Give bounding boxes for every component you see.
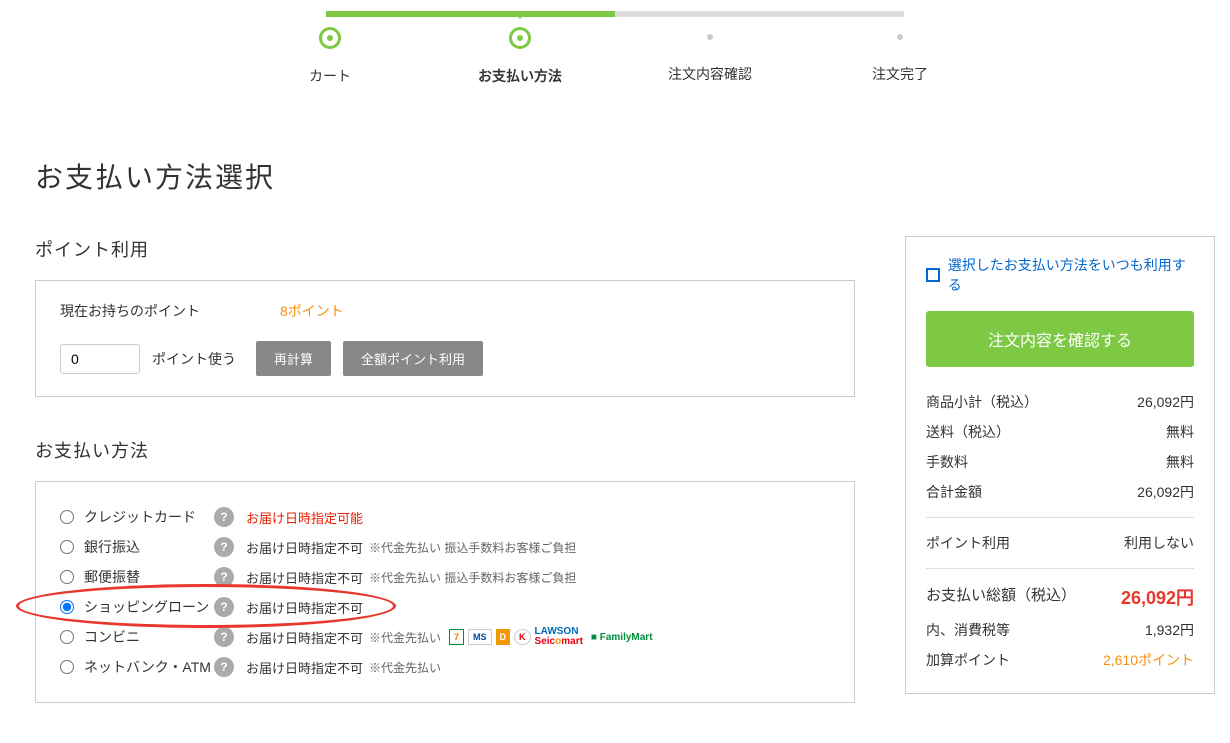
pay-note: お届け日時指定不可 [246, 538, 363, 557]
ministop-logo-icon: MS [468, 629, 492, 645]
step-payment: お支払い方法 [425, 30, 615, 86]
points-box: 現在お持ちのポイント 8ポイント ポイント使う 再計算 全額ポイント利用 [35, 280, 855, 397]
page-title: お支払い方法選択 [35, 156, 855, 196]
confirm-order-button[interactable]: 注文内容を確認する [926, 311, 1194, 367]
pay-note-sub: ※代金先払い [369, 629, 441, 646]
summary-add-points: 加算ポイント2,610ポイント [926, 645, 1194, 675]
payment-methods-box: クレジットカード ? お届け日時指定可能 銀行振込 ? お届け日時指定不可 ※代… [35, 481, 855, 703]
pay-note-sub: ※代金先払い 振込手数料お客様ご負担 [369, 569, 576, 586]
step-label: 注文内容確認 [615, 64, 805, 84]
all-points-button[interactable]: 全額ポイント利用 [343, 341, 483, 376]
pay-name: 銀行振込 [84, 537, 214, 557]
step-dot-icon [322, 30, 338, 46]
seven-eleven-logo-icon: 7 [449, 629, 464, 645]
step-confirm: 注文内容確認 [615, 30, 805, 84]
pay-note: お届け日時指定不可 [246, 598, 363, 617]
radio-postal-transfer[interactable] [60, 570, 74, 584]
summary-tax: 内、消費税等1,932円 [926, 615, 1194, 645]
step-cart: カート [235, 30, 425, 86]
circle-k-logo-icon: K [514, 629, 531, 645]
step-label: お支払い方法 [425, 66, 615, 86]
pay-name: 郵便振替 [84, 567, 214, 587]
pay-option-shopping-loan[interactable]: ショッピングローン ? お届け日時指定不可 [60, 592, 830, 622]
step-dot-icon [703, 30, 717, 44]
points-input[interactable] [60, 344, 140, 374]
pay-name: コンビニ [84, 627, 214, 647]
familymart-logo-icon: ■ FamilyMart [591, 632, 653, 643]
current-points-value: 8ポイント [280, 301, 344, 321]
step-label: カート [235, 66, 425, 86]
pay-option-postal-transfer[interactable]: 郵便振替 ? お届け日時指定不可 ※代金先払い 振込手数料お客様ご負担 [60, 562, 830, 592]
order-summary-box: 選択したお支払い方法をいつも利用する 注文内容を確認する 商品小計（税込）26,… [905, 236, 1215, 694]
radio-bank-transfer[interactable] [60, 540, 74, 554]
checkout-stepper: カート お支払い方法 注文内容確認 注文完了 [235, 0, 995, 136]
summary-shipping: 送料（税込）無料 [926, 417, 1194, 447]
pay-name: ネットバンク・ATM [84, 657, 214, 677]
help-icon[interactable]: ? [214, 657, 234, 677]
pay-note: お届け日時指定不可 [246, 658, 363, 677]
pay-note: お届け日時指定可能 [246, 508, 363, 527]
checkbox-icon [926, 268, 940, 282]
remember-payment-label: 選択したお支払い方法をいつも利用する [948, 255, 1194, 295]
summary-grand-total: お支払い総額（税込）26,092円 [926, 579, 1194, 615]
pay-note-sub: ※代金先払い [369, 659, 441, 676]
convenience-store-logos: 7 MS D K LAWSON Seicomart ■ FamilyMart [449, 627, 653, 647]
summary-subtotal: 商品小計（税込）26,092円 [926, 387, 1194, 417]
help-icon[interactable]: ? [214, 567, 234, 587]
daily-logo-icon: D [496, 629, 511, 645]
radio-shopping-loan[interactable] [60, 600, 74, 614]
pay-note-sub: ※代金先払い 振込手数料お客様ご負担 [369, 539, 576, 556]
help-icon[interactable]: ? [214, 597, 234, 617]
pay-note: お届け日時指定不可 [246, 628, 363, 647]
summary-point-use: ポイント利用利用しない [926, 528, 1194, 558]
step-label: 注文完了 [805, 64, 995, 84]
pay-option-netbank-atm[interactable]: ネットバンク・ATM ? お届け日時指定不可 ※代金先払い [60, 652, 830, 682]
summary-total-amount: 合計金額26,092円 [926, 477, 1194, 507]
pay-option-bank-transfer[interactable]: 銀行振込 ? お届け日時指定不可 ※代金先払い 振込手数料お客様ご負担 [60, 532, 830, 562]
help-icon[interactable]: ? [214, 627, 234, 647]
radio-netbank-atm[interactable] [60, 660, 74, 674]
radio-convenience-store[interactable] [60, 630, 74, 644]
payment-heading: お支払い方法 [35, 437, 855, 463]
step-dot-icon [512, 30, 528, 46]
remember-payment-checkbox[interactable]: 選択したお支払い方法をいつも利用する [926, 255, 1194, 295]
points-heading: ポイント利用 [35, 236, 855, 262]
pay-option-convenience-store[interactable]: コンビニ ? お届け日時指定不可 ※代金先払い 7 MS D K LAWSON … [60, 622, 830, 652]
current-points-label: 現在お持ちのポイント [60, 301, 280, 321]
step-dot-icon [893, 30, 907, 44]
pay-name: ショッピングローン [84, 597, 214, 617]
help-icon[interactable]: ? [214, 537, 234, 557]
points-use-label: ポイント使う [152, 349, 236, 369]
help-icon[interactable]: ? [214, 507, 234, 527]
pay-note: お届け日時指定不可 [246, 568, 363, 587]
pay-option-credit-card[interactable]: クレジットカード ? お届け日時指定可能 [60, 502, 830, 532]
recalc-button[interactable]: 再計算 [256, 341, 331, 376]
step-done: 注文完了 [805, 30, 995, 84]
pay-name: クレジットカード [84, 507, 214, 527]
summary-fee: 手数料無料 [926, 447, 1194, 477]
radio-credit-card[interactable] [60, 510, 74, 524]
